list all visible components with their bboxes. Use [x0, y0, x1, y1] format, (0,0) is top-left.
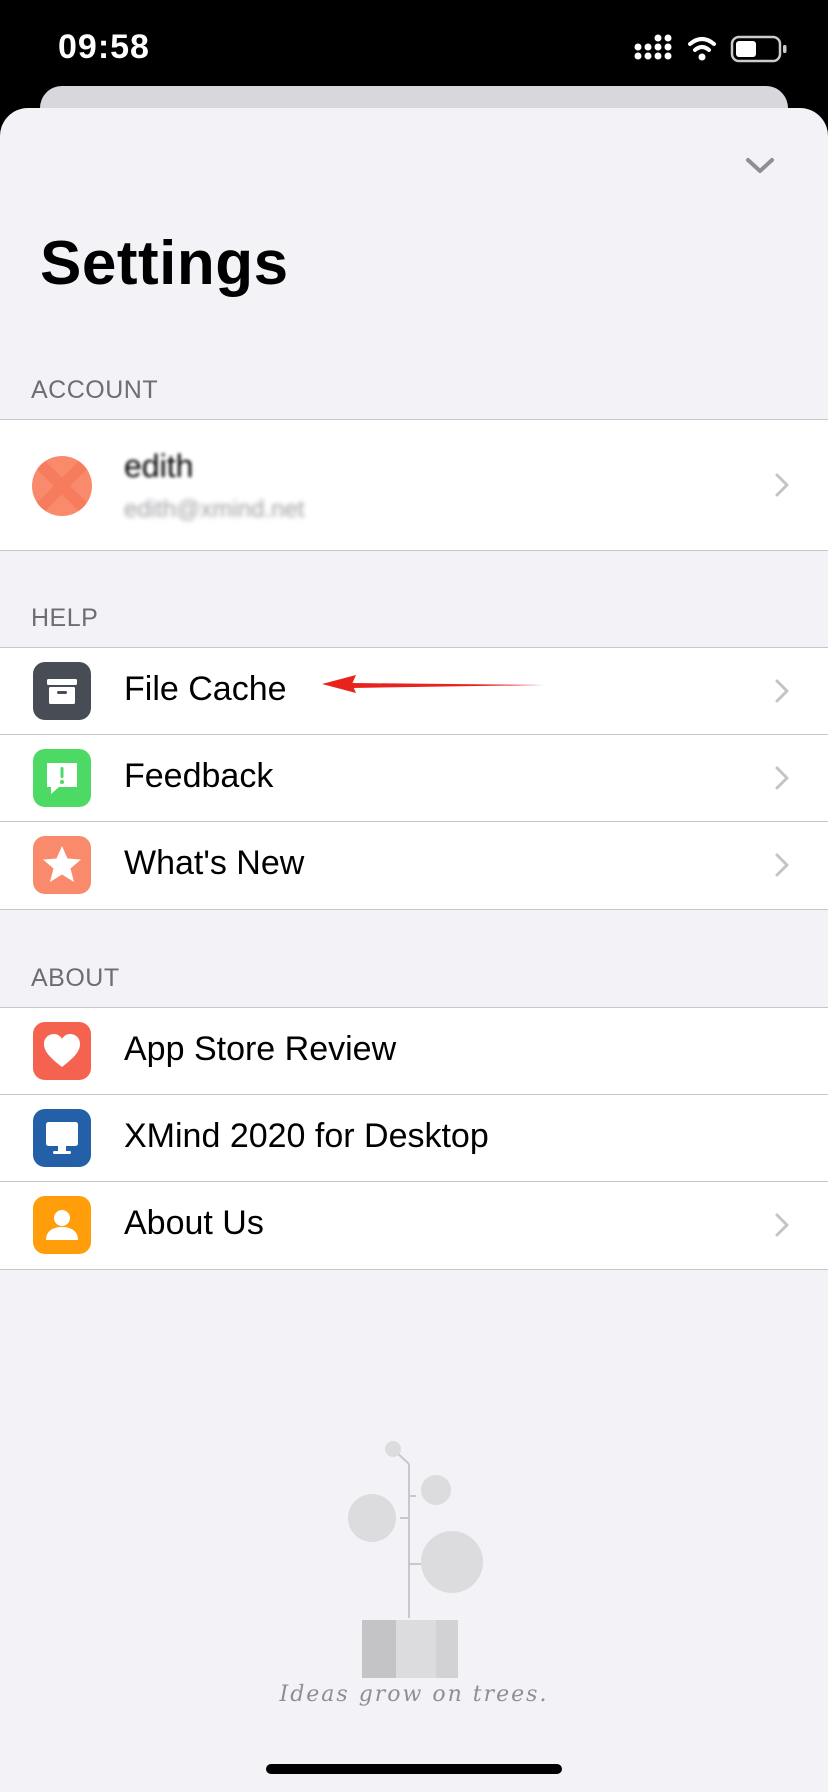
message-alert-icon — [33, 749, 91, 807]
archive-box-icon — [33, 662, 91, 720]
star-icon — [33, 836, 91, 894]
desktop-monitor-icon — [33, 1109, 91, 1167]
about-item-label: XMind 2020 for Desktop — [124, 1117, 489, 1155]
chevron-right-icon — [775, 853, 789, 877]
chevron-down-icon — [746, 158, 774, 173]
chevron-right-icon — [775, 679, 789, 703]
help-item-label: What's New — [124, 844, 305, 882]
section-header-account: ACCOUNT — [31, 376, 159, 404]
status-icons — [634, 34, 794, 64]
home-indicator[interactable] — [266, 1764, 562, 1774]
about-item-label: App Store Review — [124, 1030, 397, 1068]
about-item-app-store-review[interactable]: App Store Review — [0, 1008, 828, 1095]
section-header-help: HELP — [31, 604, 99, 632]
person-icon — [33, 1196, 91, 1254]
section-header-about: ABOUT — [31, 964, 120, 992]
status-indicators-icon — [634, 34, 787, 63]
account-row[interactable]: edith edith@xmind.net — [0, 420, 828, 550]
heart-icon — [33, 1022, 91, 1080]
footer-tagline: Ideas grow on trees. — [279, 1682, 549, 1707]
help-item-label: File Cache — [124, 670, 287, 708]
about-item-xmind-desktop[interactable]: XMind 2020 for Desktop — [0, 1094, 828, 1182]
help-item-feedback[interactable]: Feedback — [0, 734, 828, 822]
avatar — [32, 456, 92, 516]
status-time: 09:58 — [58, 28, 150, 66]
account-name: edith — [124, 448, 194, 484]
screen: 09:58 Settings ACCOUNT edith edith@xmind… — [0, 0, 828, 1792]
account-email: edith@xmind.net — [124, 496, 305, 523]
account-group: edith edith@xmind.net — [0, 419, 828, 551]
tree-illustration — [348, 1441, 483, 1678]
collapse-button[interactable] — [736, 144, 784, 184]
cellular-signal-icon — [634, 34, 672, 60]
chevron-right-icon — [775, 1213, 789, 1237]
battery-icon — [730, 35, 787, 63]
help-item-label: Feedback — [124, 757, 274, 795]
about-group: App Store Review XMind 2020 for Desktop — [0, 1007, 828, 1270]
avatar-pattern-icon — [35, 459, 89, 513]
about-item-about-us[interactable]: About Us — [0, 1181, 828, 1269]
settings-sheet: Settings ACCOUNT edith edith@xmind.net H… — [0, 108, 828, 1792]
annotation-arrow-icon — [322, 675, 544, 693]
page-title: Settings — [40, 229, 289, 298]
status-bar: 09:58 — [0, 0, 828, 100]
help-item-whats-new[interactable]: What's New — [0, 821, 828, 909]
chevron-right-icon — [775, 473, 789, 497]
wifi-icon — [688, 37, 716, 52]
about-item-label: About Us — [124, 1204, 264, 1242]
chevron-right-icon — [775, 766, 789, 790]
